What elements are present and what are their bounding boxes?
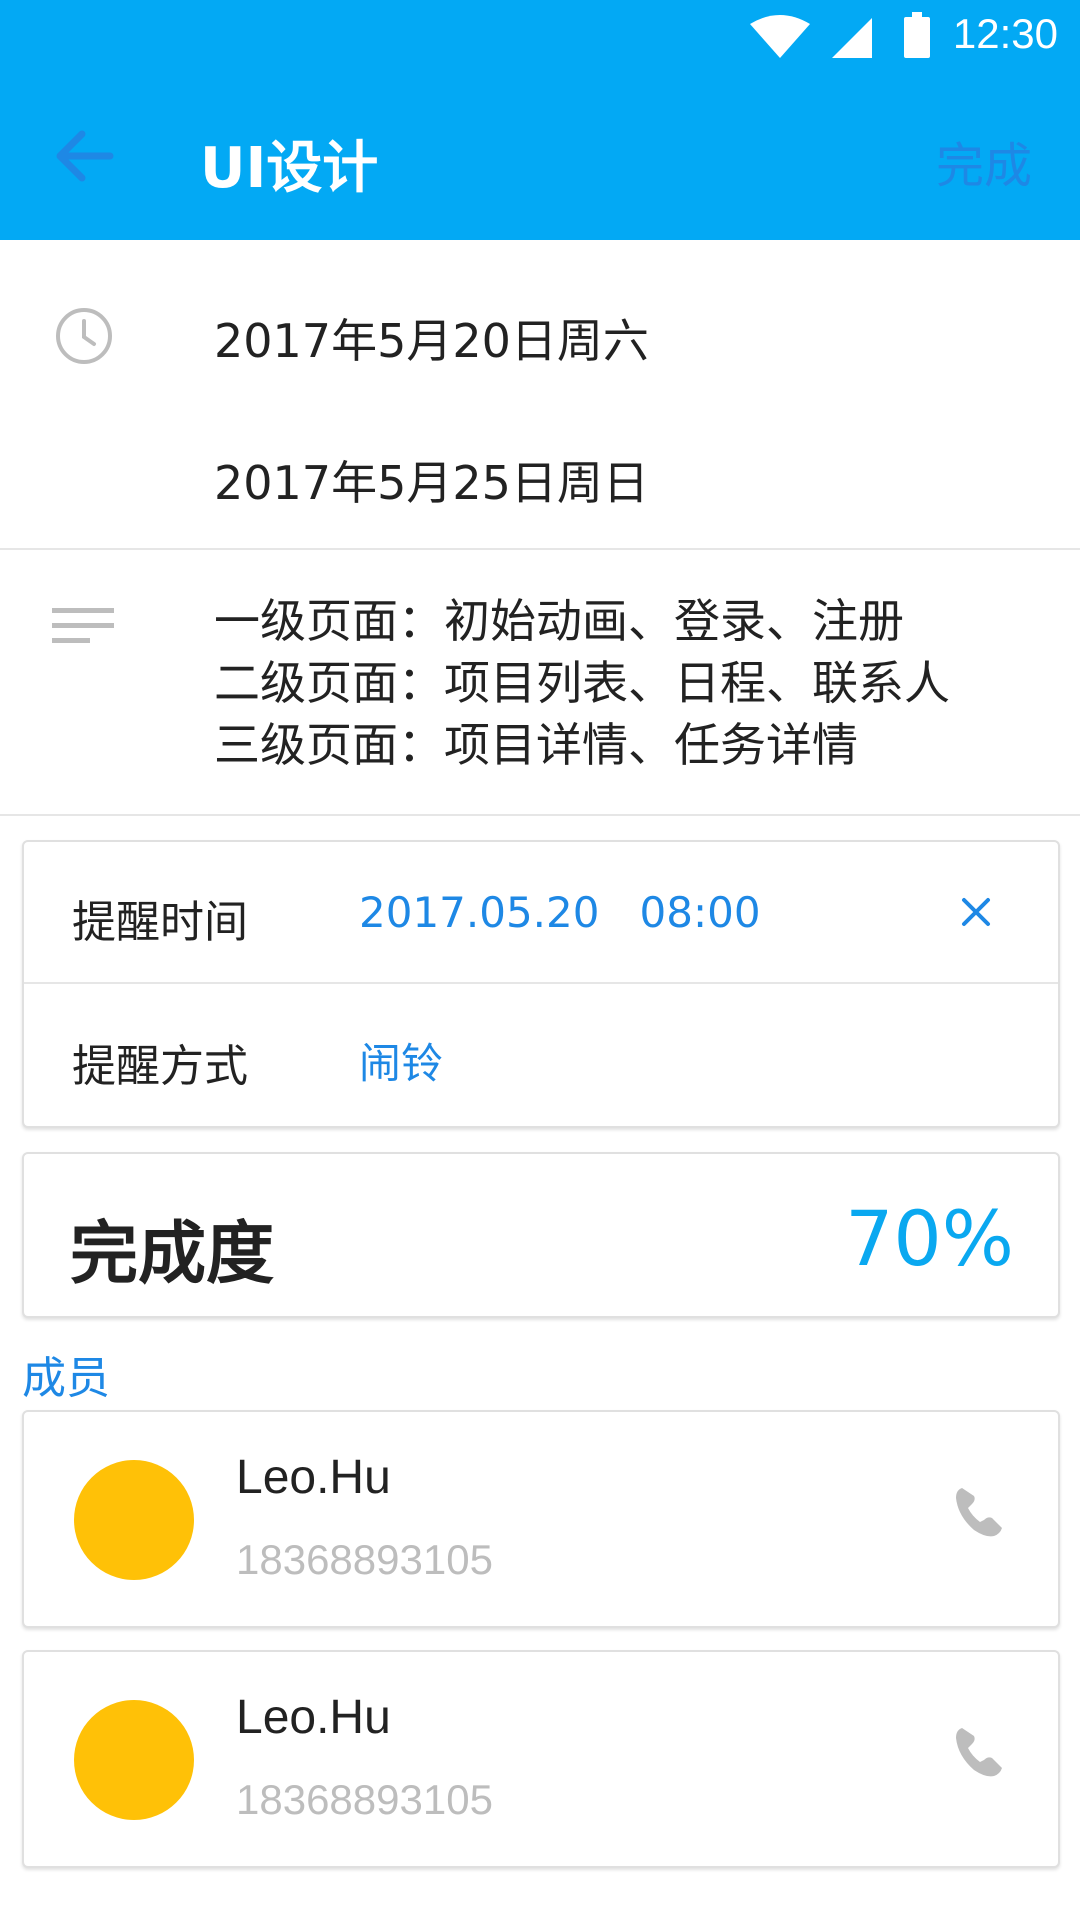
status-time: 12:30 bbox=[952, 10, 1058, 57]
notes-line: 三级页面：项目详情、任务详情 bbox=[214, 718, 858, 772]
avatar bbox=[74, 1460, 194, 1580]
close-icon[interactable] bbox=[956, 892, 996, 932]
reminder-method-row[interactable]: 提醒方式 闹铃 bbox=[24, 984, 1058, 1124]
progress-value: 70% bbox=[845, 1194, 1014, 1283]
reminder-time-row[interactable]: 提醒时间 2017.05.20 08:00 bbox=[24, 842, 1058, 982]
reminder-card: 提醒时间 2017.05.20 08:00 提醒方式 闹铃 bbox=[22, 840, 1060, 1128]
reminder-time-label: 提醒时间 bbox=[72, 897, 248, 948]
phone-icon[interactable] bbox=[948, 1722, 1008, 1782]
member-name: Leo.Hu bbox=[236, 1451, 391, 1504]
notes-icon bbox=[52, 608, 114, 643]
reminder-time-value[interactable]: 2017.05.20 08:00 bbox=[359, 888, 761, 937]
wifi-icon bbox=[750, 15, 810, 58]
member-card[interactable]: Leo.Hu 18368893105 bbox=[22, 1650, 1060, 1868]
arrow-left-icon bbox=[56, 130, 114, 182]
divider bbox=[0, 814, 1080, 816]
clock-icon bbox=[56, 308, 112, 364]
members-header: 成员 bbox=[22, 1353, 110, 1404]
divider bbox=[0, 548, 1080, 550]
cell-signal-icon bbox=[832, 18, 872, 58]
page-title: UI设计 bbox=[200, 136, 379, 201]
status-bar: 12:30 bbox=[0, 0, 1080, 72]
progress-card[interactable]: 完成度 70% bbox=[22, 1152, 1060, 1318]
status-icons bbox=[750, 12, 930, 58]
start-date[interactable]: 2017年5月20日周六 bbox=[214, 305, 649, 371]
phone-icon[interactable] bbox=[948, 1482, 1008, 1542]
reminder-method-label: 提醒方式 bbox=[72, 1041, 248, 1092]
notes-line: 二级页面：项目列表、日程、联系人 bbox=[214, 656, 950, 710]
member-phone: 18368893105 bbox=[236, 1776, 493, 1823]
reminder-method-value[interactable]: 闹铃 bbox=[359, 1030, 443, 1091]
end-date[interactable]: 2017年5月25日周日 bbox=[214, 447, 649, 513]
app-bar bbox=[0, 72, 1080, 240]
back-button[interactable] bbox=[48, 120, 120, 192]
done-button[interactable]: 完成 bbox=[936, 126, 1032, 196]
member-name: Leo.Hu bbox=[236, 1691, 391, 1744]
progress-label: 完成度 bbox=[70, 1215, 275, 1294]
battery-icon bbox=[904, 12, 930, 58]
notes-text[interactable]: 一级页面：初始动画、登录、注册 二级页面：项目列表、日程、联系人 三级页面：项目… bbox=[214, 590, 950, 776]
member-phone: 18368893105 bbox=[236, 1536, 493, 1583]
member-card[interactable]: Leo.Hu 18368893105 bbox=[22, 1410, 1060, 1628]
avatar bbox=[74, 1700, 194, 1820]
notes-line: 一级页面：初始动画、登录、注册 bbox=[214, 594, 904, 648]
